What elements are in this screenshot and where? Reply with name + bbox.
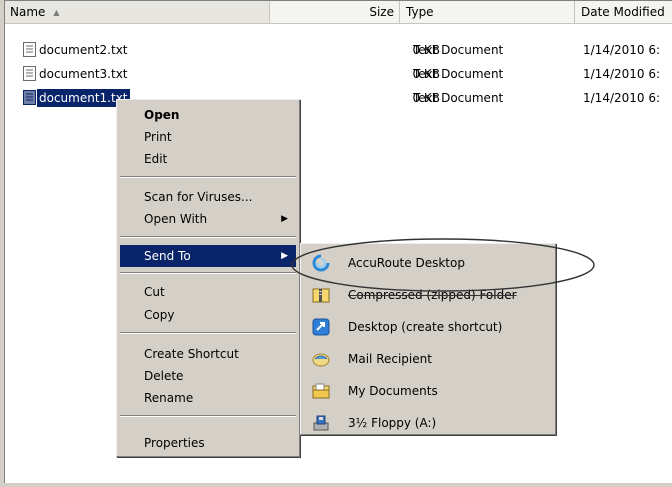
send-to-floppy[interactable]: 3½ Floppy (A:) xyxy=(304,407,552,439)
menu-item-create-shortcut[interactable]: Create Shortcut xyxy=(120,343,296,365)
menu-item-send-to-label: Send To xyxy=(144,249,191,263)
column-header-type-label: Type xyxy=(406,5,434,19)
file-type: Text Document xyxy=(413,43,504,57)
file-date: 1/14/2010 6: xyxy=(583,43,661,57)
menu-item-rename-label: Rename xyxy=(144,391,194,405)
menu-item-edit[interactable]: Edit xyxy=(120,148,296,170)
menu-item-open-with-label: Open With xyxy=(144,212,208,226)
menu-item-copy[interactable]: Copy xyxy=(120,304,296,326)
file-date: 1/14/2010 6: xyxy=(583,91,661,105)
send-to-desktop[interactable]: Desktop (create shortcut) xyxy=(304,311,552,343)
file-name: document3.txt xyxy=(39,67,128,81)
menu-item-print-label: Print xyxy=(144,130,172,144)
menu-item-print[interactable]: Print xyxy=(120,126,296,148)
menu-item-open-label: Open xyxy=(144,108,180,122)
menu-separator xyxy=(120,272,296,274)
menu-item-delete-label: Delete xyxy=(144,369,184,383)
file-row[interactable]: document3.txt 0 KB Text Document 1/14/20… xyxy=(5,63,672,85)
column-header-name-label: Name xyxy=(10,5,46,19)
menu-item-edit-label: Edit xyxy=(144,152,168,166)
column-header-size-label: Size xyxy=(369,5,394,19)
floppy-drive-icon xyxy=(313,415,329,431)
menu-item-rename[interactable]: Rename xyxy=(120,387,296,409)
menu-item-cut[interactable]: Cut xyxy=(120,281,296,303)
text-file-icon xyxy=(23,42,36,57)
send-to-mail-recipient[interactable]: Mail Recipient xyxy=(304,343,552,375)
mail-icon xyxy=(312,353,330,367)
menu-item-open[interactable]: Open xyxy=(120,104,296,126)
column-header: Name ▲ Size Type Date Modified xyxy=(5,1,672,24)
my-documents-folder-icon xyxy=(312,383,330,399)
menu-item-cut-label: Cut xyxy=(144,285,165,299)
send-to-mail-label: Mail Recipient xyxy=(348,352,432,366)
text-file-icon xyxy=(23,90,36,105)
file-date: 1/14/2010 6: xyxy=(583,67,661,81)
send-to-my-documents-label: My Documents xyxy=(348,384,438,398)
menu-item-scan-viruses[interactable]: Scan for Viruses... xyxy=(120,186,296,208)
menu-item-properties-label: Properties xyxy=(144,436,205,450)
menu-item-properties[interactable]: Properties xyxy=(120,432,296,454)
column-header-date-label: Date Modified xyxy=(581,5,665,19)
highlight-ellipse xyxy=(291,238,595,292)
send-to-desktop-label: Desktop (create shortcut) xyxy=(348,320,503,334)
sort-ascending-icon: ▲ xyxy=(53,8,60,17)
menu-item-create-shortcut-label: Create Shortcut xyxy=(144,347,239,361)
column-header-date[interactable]: Date Modified xyxy=(575,1,672,23)
menu-item-scan-label: Scan for Viruses... xyxy=(144,190,253,204)
submenu-arrow-icon: ▶ xyxy=(281,214,288,224)
menu-separator xyxy=(120,236,296,238)
desktop-icon xyxy=(312,318,330,336)
menu-separator xyxy=(120,332,296,334)
file-row[interactable]: document2.txt 0 KB Text Document 1/14/20… xyxy=(5,39,672,61)
column-header-size[interactable]: Size xyxy=(270,1,400,23)
send-to-my-documents[interactable]: My Documents xyxy=(304,375,552,407)
file-type: Text Document xyxy=(413,67,504,81)
menu-item-open-with[interactable]: Open With ▶ xyxy=(120,208,296,230)
file-row-selected[interactable]: document1.txt 0 KB Text Document 1/14/20… xyxy=(5,87,672,109)
menu-separator xyxy=(120,176,296,178)
menu-separator xyxy=(120,415,296,417)
context-menu: Open Print Edit Scan for Viruses... Open… xyxy=(116,99,300,457)
submenu-arrow-icon: ▶ xyxy=(281,251,288,261)
column-header-type[interactable]: Type xyxy=(400,1,575,23)
window-frame-bottom xyxy=(0,483,672,487)
menu-item-copy-label: Copy xyxy=(144,308,175,322)
text-file-icon xyxy=(23,66,36,81)
column-header-name[interactable]: Name ▲ xyxy=(5,1,270,23)
file-name: document2.txt xyxy=(39,43,128,57)
menu-item-send-to[interactable]: Send To ▶ xyxy=(120,245,296,267)
menu-item-delete[interactable]: Delete xyxy=(120,365,296,387)
send-to-floppy-label: 3½ Floppy (A:) xyxy=(348,416,437,430)
file-type: Text Document xyxy=(413,91,504,105)
